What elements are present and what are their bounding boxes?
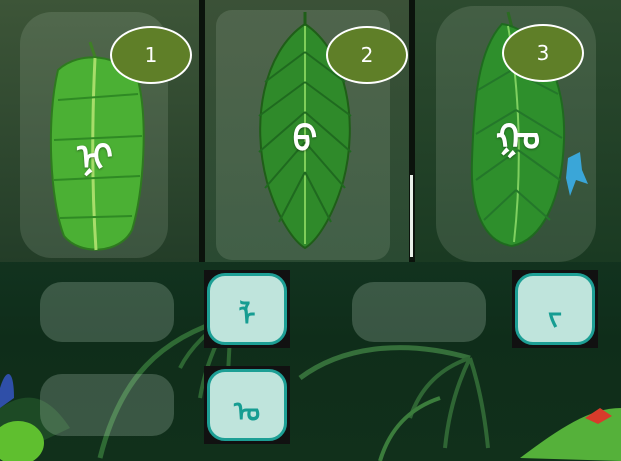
answer-slot-2[interactable] [40,374,174,436]
bird-icon [566,152,588,196]
leaf-letter-2: ᠪ [292,119,318,161]
letter-tile-3[interactable]: ᠵ [512,270,598,348]
answer-slot-3[interactable] [352,282,486,342]
leaf-letter-1: ᠨᠢ [77,137,113,179]
tile-letter: ᠵ [548,298,562,332]
tile-letter: ᠯ [238,298,256,332]
tile-letter: ᠤ [233,394,261,428]
leaf-letter-3: ᠭᠣ [495,117,541,159]
tile-face: ᠯ [207,273,287,345]
badge-number: 3 [536,41,550,65]
leaf-number-badge-1: 1 [110,26,192,84]
letter-tile-1[interactable]: ᠯ [204,270,290,348]
panel-divider [199,0,205,262]
badge-number: 1 [144,43,158,67]
letter-tile-2[interactable]: ᠤ [204,366,290,444]
jungle-background: ᠨᠢ ᠪ ᠭᠣ 1 2 3 ᠯ ᠤ ᠵ [0,0,621,461]
leaf-number-badge-3: 3 [502,24,584,82]
leaf-number-badge-2: 2 [326,26,408,84]
tile-face: ᠵ [515,273,595,345]
tile-face: ᠤ [207,369,287,441]
answer-slot-1[interactable] [40,282,174,342]
badge-number: 2 [360,43,374,67]
divider-line [410,175,413,257]
